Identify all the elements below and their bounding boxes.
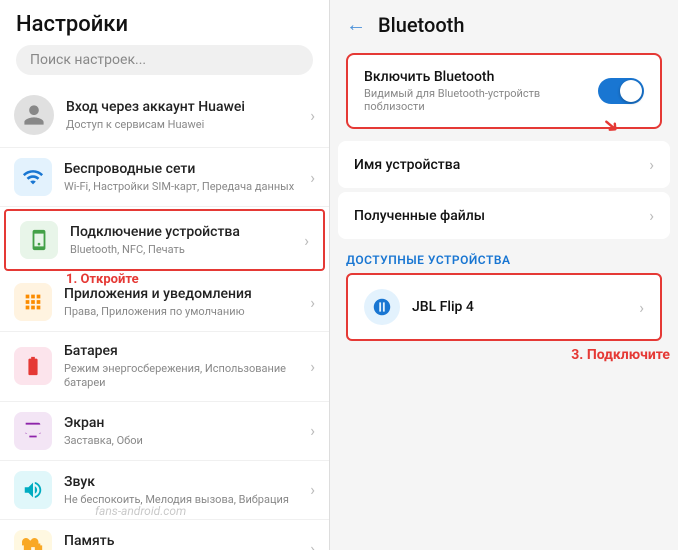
bluetooth-row-text: Включить Bluetooth Видимый для Bluetooth… [364,69,598,113]
wifi-chevron: › [310,168,315,187]
account-text: Вход через аккаунт Huawei Доступ к серви… [66,98,306,132]
memory-icon [14,530,52,550]
wifi-title: Беспроводные сети [64,160,306,178]
jbl-chevron: › [639,298,644,317]
wifi-text: Беспроводные сети Wi-Fi, Настройки SIM-к… [64,160,306,194]
sound-chevron: › [310,480,315,499]
search-bar[interactable]: Поиск настроек... [16,45,313,75]
bluetooth-enable-subtitle: Видимый для Bluetooth-устройств поблизос… [364,87,598,113]
memory-text: Память Память, Очистка памяти [64,532,306,550]
account-title: Вход через аккаунт Huawei [66,98,306,116]
settings-item-apps[interactable]: Приложения и уведомления Права, Приложен… [0,273,329,332]
files-title: Полученные файлы [354,208,645,224]
memory-chevron: › [310,539,315,550]
device-name-card: Имя устройства › [338,141,670,188]
screen-text: Экран Заставка, Обои [64,414,306,448]
bluetooth-enable-title: Включить Bluetooth [364,69,598,85]
wifi-icon [14,158,52,196]
files-row[interactable]: Полученные файлы › [338,192,670,239]
device-title: Подключение устройства [70,223,300,241]
battery-text: Батарея Режим энергосбережения, Использо… [64,342,306,391]
apps-text: Приложения и уведомления Права, Приложен… [64,285,306,319]
avatar [14,95,54,135]
screen-subtitle: Заставка, Обои [64,434,306,448]
account-item[interactable]: Вход через аккаунт Huawei Доступ к серви… [0,83,329,148]
files-chevron: › [649,206,654,225]
device-section: JBL Flip 4 › 3. Подключите [338,273,670,367]
battery-chevron: › [310,357,315,376]
device-text: Подключение устройства Bluetooth, NFC, П… [70,223,300,257]
sound-title: Звук [64,473,306,491]
back-button[interactable]: ← [346,12,366,37]
screen-icon [14,412,52,450]
apps-chevron: › [310,293,315,312]
bluetooth-title: Bluetooth [378,13,464,37]
search-placeholder: Поиск настроек... [30,52,146,68]
device-chevron: › [304,231,309,250]
apps-subtitle: Права, Приложения по умолчанию [64,305,306,319]
jbl-device-card[interactable]: JBL Flip 4 › [346,273,662,341]
battery-subtitle: Режим энергосбережения, Использование ба… [64,362,306,391]
settings-list: Вход через аккаунт Huawei Доступ к серви… [0,83,329,550]
apps-title: Приложения и уведомления [64,285,306,303]
step1-label: 1. Откройте [66,272,139,287]
jbl-name: JBL Flip 4 [412,299,635,315]
battery-icon [14,347,52,385]
screen-title: Экран [64,414,306,432]
device-name-row[interactable]: Имя устройства › [338,141,670,188]
account-subtitle: Доступ к сервисам Huawei [66,118,306,132]
page-title: Настройки [16,12,313,37]
files-card: Полученные файлы › [338,192,670,239]
available-devices-header: ДОСТУПНЫЕ УСТРОЙСТВА [330,243,678,273]
settings-item-device[interactable]: Подключение устройства Bluetooth, NFC, П… [4,209,325,271]
right-header: ← Bluetooth [330,0,678,49]
device-name-title: Имя устройства [354,157,645,173]
left-header: Настройки Поиск настроек... [0,0,329,83]
device-connect-icon [20,221,58,259]
settings-item-battery[interactable]: Батарея Режим энергосбережения, Использо… [0,332,329,402]
sound-text: Звук Не беспокоить, Мелодия вызова, Вибр… [64,473,306,507]
sound-icon [14,471,52,509]
jbl-row[interactable]: JBL Flip 4 › [348,275,660,339]
sound-subtitle: Не беспокоить, Мелодия вызова, Вибрация [64,493,306,507]
account-chevron: › [310,106,315,125]
device-subtitle: Bluetooth, NFC, Печать [70,243,300,257]
left-panel: Настройки Поиск настроек... Вход через а… [0,0,330,550]
jbl-text: JBL Flip 4 [412,299,635,315]
step2-annotation: 2. Включите [538,49,614,50]
wifi-subtitle: Wi-Fi, Настройки SIM-карт, Передача данн… [64,180,306,194]
device-name-text: Имя устройства [354,157,645,173]
device-name-chevron: › [649,155,654,174]
jbl-device-icon [364,289,400,325]
settings-item-sound[interactable]: Звук Не беспокоить, Мелодия вызова, Вибр… [0,461,329,520]
right-content: Включить Bluetooth Видимый для Bluetooth… [330,49,678,550]
screen-chevron: › [310,421,315,440]
bluetooth-toggle[interactable] [598,78,644,104]
settings-item-wifi[interactable]: Беспроводные сети Wi-Fi, Настройки SIM-к… [0,148,329,207]
apps-icon [14,283,52,321]
files-text: Полученные файлы [354,208,645,224]
settings-item-screen[interactable]: Экран Заставка, Обои › [0,402,329,461]
right-panel: ← Bluetooth Включить Bluetooth Видимый д… [330,0,678,550]
battery-title: Батарея [64,342,306,360]
step3-label: 3. Подключите [338,343,670,367]
settings-item-memory[interactable]: Память Память, Очистка памяти › [0,520,329,550]
memory-title: Память [64,532,306,550]
